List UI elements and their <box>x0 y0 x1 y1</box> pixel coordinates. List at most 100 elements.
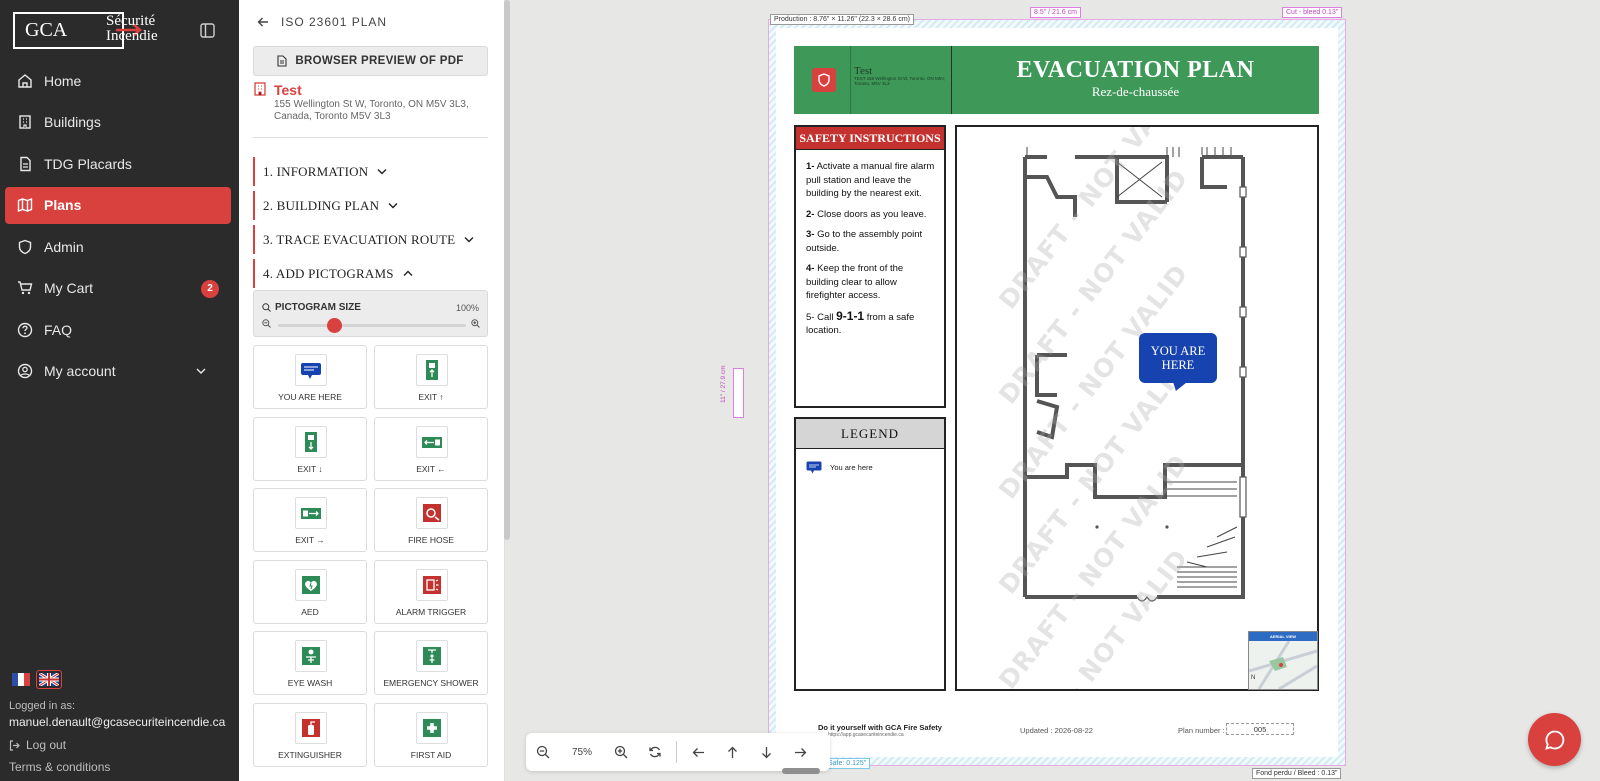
pictogram-card-alarm-trigger[interactable]: ALARM TRIGGER <box>374 559 488 624</box>
safety-item: 2- Close doors as you leave. <box>806 208 927 220</box>
pictogram-card-first-aid[interactable]: FIRST AID <box>374 702 488 767</box>
pictogram-label: EXTINGUISHER <box>278 749 342 760</box>
pan-down-button[interactable] <box>749 733 783 771</box>
pictogram-card-fire-hose[interactable]: FIRE HOSE <box>374 488 488 552</box>
step-information[interactable]: 1. INFORMATION <box>253 157 488 186</box>
pictogram-size-control: PICTOGRAM SIZE 100% <box>253 290 488 337</box>
aerial-title: AERIAL VIEW <box>1249 632 1317 641</box>
pictogram-card-exit[interactable]: EXIT ↑ <box>374 345 488 409</box>
shield-icon <box>18 239 32 254</box>
nav-label: My account <box>44 363 116 379</box>
uk-flag-icon[interactable] <box>36 670 62 689</box>
sidebar: GCA Sécurité Incendie Home Buildings TDG… <box>0 0 239 781</box>
slider-thumb[interactable] <box>327 318 343 333</box>
nav-item-home[interactable]: Home <box>5 62 231 99</box>
panel-title: ISO 23601 PLAN <box>281 15 388 29</box>
pictogram-label: EXIT ← <box>416 463 446 474</box>
zoom-out-icon[interactable] <box>262 319 271 328</box>
arrow-down-icon <box>761 746 771 758</box>
safety-item: 3- Go to the assembly point outside. <box>806 229 923 254</box>
nav-item-admin[interactable]: Admin <box>5 228 231 265</box>
pictogram-card-exit[interactable]: EXIT → <box>253 488 367 552</box>
pictogram-card-exit[interactable]: EXIT ← <box>374 416 488 481</box>
logout-link[interactable]: Log out <box>9 738 66 752</box>
aed-icon <box>295 568 327 601</box>
chevron-down-icon <box>388 203 398 209</box>
sidebar-collapse-icon[interactable] <box>200 23 215 38</box>
zoom-in-icon <box>614 745 628 759</box>
arrow-right-icon <box>794 747 806 757</box>
legend-title: LEGEND <box>796 419 944 449</box>
nav-label: TDG Placards <box>44 155 132 172</box>
zoom-in-button[interactable] <box>604 733 638 771</box>
safety-item: 5- Call 9-1-1 from a safe location. <box>806 308 915 336</box>
step-building-plan[interactable]: 2. BUILDING PLAN <box>253 191 488 220</box>
pictogram-card-eye-wash[interactable]: EYE WASH <box>253 631 367 695</box>
chevron-down-icon <box>464 237 474 243</box>
terms-link[interactable]: Terms & conditions <box>9 760 110 774</box>
floor-plan[interactable]: DRAFT - NOT VALID DRAFT - NOT VALID DRAF… <box>955 125 1319 691</box>
arrow-left-icon <box>692 747 704 757</box>
logged-in-email: manuel.denault@gcasecuriteincendie.ca <box>9 715 226 729</box>
zoom-icon <box>262 303 271 312</box>
exit-right-icon <box>295 497 327 529</box>
nav-item-my-account[interactable]: My account <box>5 353 231 390</box>
zoom-out-button[interactable] <box>526 733 560 771</box>
fire-hose-icon <box>416 497 448 529</box>
building-icon <box>19 115 31 129</box>
refresh-icon <box>649 746 661 758</box>
exit-up-icon <box>416 354 448 386</box>
browser-preview-button[interactable]: BROWSER PREVIEW OF PDF <box>253 46 488 76</box>
pictogram-label: EMERGENCY SHOWER <box>383 678 479 688</box>
chat-button[interactable] <box>1528 713 1581 766</box>
pictogram-label: AED <box>301 606 319 617</box>
zoom-in-icon[interactable] <box>471 319 480 328</box>
logo-abbr: GCA <box>25 19 68 41</box>
step-label: 3. TRACE EVACUATION ROUTE <box>263 231 456 247</box>
language-switcher <box>12 670 62 689</box>
legend-item: You are here <box>806 461 873 474</box>
pictogram-size-label: PICTOGRAM SIZE <box>262 302 361 313</box>
panel-header: ISO 23601 PLAN <box>257 15 387 29</box>
nav-label: Plans <box>44 197 82 213</box>
reset-view-button[interactable] <box>638 733 672 771</box>
building-icon <box>254 82 266 96</box>
pan-left-button[interactable] <box>681 733 715 771</box>
nav-item-my-cart[interactable]: My Cart 2 <box>5 270 231 307</box>
nav-item-faq[interactable]: FAQ <box>5 311 231 348</box>
you-are-here-marker[interactable]: YOU ARE HERE <box>1139 333 1217 383</box>
chevron-down-icon <box>377 169 387 175</box>
aerial-view: AERIAL VIEW N <box>1248 631 1318 691</box>
chevron-up-icon <box>403 270 413 276</box>
pictogram-card-extinguisher[interactable]: EXTINGUISHER <box>253 702 367 767</box>
pictogram-label: EXIT → <box>295 535 325 545</box>
cut-bleed-label: Cut - bleed 0.13" <box>1282 7 1343 18</box>
preview-label: BROWSER PREVIEW OF PDF <box>295 55 464 67</box>
back-arrow-icon[interactable] <box>257 16 269 28</box>
step-trace-evacuation-route[interactable]: 3. TRACE EVACUATION ROUTE <box>253 225 488 254</box>
pictogram-size-slider[interactable] <box>278 324 466 327</box>
french-flag-icon[interactable] <box>12 673 30 686</box>
canvas-scrollbar[interactable] <box>782 768 820 774</box>
nav-item-plans[interactable]: Plans <box>5 186 231 224</box>
step-add-pictograms[interactable]: 4. ADD PICTOGRAMS <box>253 259 488 288</box>
divider <box>850 46 851 114</box>
pictogram-label: FIRST AID <box>410 749 452 760</box>
building-name[interactable]: Test <box>274 82 302 98</box>
nav-item-buildings[interactable]: Buildings <box>5 104 231 141</box>
safety-item: 1- Activate a manual fire alarm pull sta… <box>806 161 935 199</box>
plan-floor: Rez-de-chaussée <box>1091 84 1180 99</box>
plan-number-label: Plan number : <box>1178 726 1225 735</box>
svg-text:N: N <box>1251 675 1255 681</box>
pictogram-card-you-are-here[interactable]: YOU ARE HERE <box>253 345 367 409</box>
pan-right-button[interactable] <box>783 733 817 771</box>
exit-left-icon <box>416 425 448 458</box>
pictogram-card-aed[interactable]: AED <box>253 559 367 624</box>
pictogram-card-exit[interactable]: EXIT ↓ <box>253 416 367 481</box>
chevron-down-icon <box>196 368 206 374</box>
pan-up-button[interactable] <box>715 733 749 771</box>
extinguisher-icon <box>295 711 327 744</box>
pictogram-card-emergency-shower[interactable]: EMERGENCY SHOWER <box>374 631 488 695</box>
nav-item-tdg-placards[interactable]: TDG Placards <box>5 145 231 182</box>
you-are-here-icon <box>806 461 822 474</box>
